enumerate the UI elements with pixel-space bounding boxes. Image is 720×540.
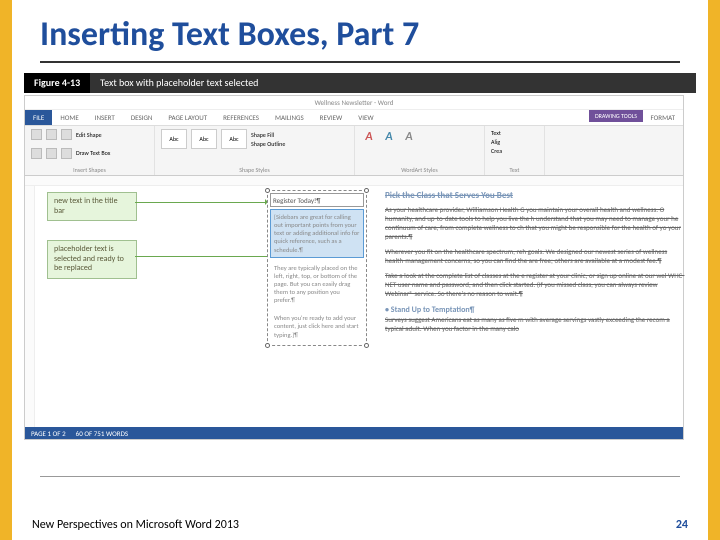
resize-handle[interactable] [265, 343, 270, 348]
word-screenshot: Wellness Newsletter - Word FILE HOME INS… [24, 95, 684, 440]
resize-handle[interactable] [364, 343, 369, 348]
ribbon-group-label: Shape Styles [161, 166, 348, 174]
window-title: Wellness Newsletter - Word [315, 98, 394, 107]
footer-rule [40, 476, 680, 477]
shape-gallery-icon[interactable] [31, 129, 42, 140]
figure-label: Figure 4-13 [24, 73, 90, 93]
ribbon-group-wordart-styles: A A A WordArt Styles [355, 126, 485, 175]
tab-insert[interactable]: INSERT [87, 110, 123, 125]
ribbon-group-label: WordArt Styles [361, 166, 478, 174]
sidebar-placeholder[interactable]: They are typically placed on the left, r… [270, 260, 364, 309]
doc-paragraph: Surveys suggest Americans eat as many as… [385, 315, 685, 333]
shape-gallery-icon[interactable] [46, 129, 57, 140]
shape-gallery-icon[interactable] [61, 129, 72, 140]
document-page: new text in the title bar placeholder te… [35, 186, 683, 431]
sidebar-title-field[interactable]: Register Today!¶ [270, 193, 364, 207]
shape-style-preset[interactable]: Abc [161, 129, 187, 149]
doc-heading: Pick the Class that Serves You Best [385, 190, 685, 202]
ribbon-group-label: Insert Shapes [31, 166, 148, 174]
sidebar-placeholder-selected[interactable]: [Sidebars are great for calling out impo… [270, 209, 364, 258]
wordart-preset-icon[interactable]: A [361, 129, 377, 145]
sidebar-text-box[interactable]: Register Today!¶ [Sidebars are great for… [267, 190, 367, 346]
title-rule [40, 61, 680, 63]
tab-references[interactable]: REFERENCES [215, 110, 267, 125]
tab-format[interactable]: FORMAT [643, 110, 684, 125]
ribbon-group-shape-styles: Abc Abc Abc Shape Fill Shape Outline Sha… [155, 126, 355, 175]
shape-style-preset[interactable]: Abc [191, 129, 217, 149]
ribbon-tabs: FILE HOME INSERT DESIGN PAGE LAYOUT REFE… [25, 110, 683, 126]
shape-gallery-icon[interactable] [61, 148, 72, 159]
tab-design[interactable]: DESIGN [123, 110, 161, 125]
callout-arrow [135, 256, 270, 257]
figure-caption: Text box with placeholder text selected [90, 73, 696, 93]
sidebar-placeholder[interactable]: When you're ready to add your content, j… [270, 310, 364, 342]
resize-handle[interactable] [265, 188, 270, 193]
doc-subheading: • Stand Up to Temptation¶ [385, 305, 685, 315]
callout-arrow [135, 202, 267, 203]
doc-paragraph: As your healthcare provider, Williamson … [385, 205, 685, 241]
tab-home[interactable]: HOME [52, 110, 86, 125]
wordart-preset-icon[interactable]: A [401, 129, 417, 145]
vertical-ruler [25, 186, 35, 431]
wordart-preset-icon[interactable]: A [381, 129, 397, 145]
tab-review[interactable]: REVIEW [312, 110, 351, 125]
figure-header: Figure 4-13 Text box with placeholder te… [24, 73, 696, 93]
window-title-bar: Wellness Newsletter - Word [25, 96, 683, 110]
tab-file[interactable]: FILE [25, 110, 52, 125]
doc-paragraph: Wherever you fit on the healthcare spect… [385, 247, 685, 265]
status-page[interactable]: PAGE 1 OF 2 [31, 429, 66, 438]
text-direction-button[interactable]: Text [491, 129, 501, 137]
align-text-button[interactable]: Alig [491, 138, 500, 146]
ribbon: Edit Shape Draw Text Box Insert Shapes A… [25, 126, 683, 176]
ribbon-group-text: Text Alig Crea Text [485, 126, 545, 175]
tab-drawing-tools[interactable]: DRAWING TOOLS [589, 110, 643, 122]
doc-paragraph: Take a look at the complete list of clas… [385, 271, 685, 298]
tab-view[interactable]: VIEW [350, 110, 381, 125]
tab-page-layout[interactable]: PAGE LAYOUT [160, 110, 215, 125]
create-link-button[interactable]: Crea [491, 147, 502, 155]
ribbon-group-insert-shapes: Edit Shape Draw Text Box Insert Shapes [25, 126, 155, 175]
horizontal-ruler [25, 176, 683, 186]
shape-gallery-icon[interactable] [46, 148, 57, 159]
shape-outline-button[interactable]: Shape Outline [251, 140, 285, 148]
shape-gallery-icon[interactable] [31, 148, 42, 159]
callout-placeholder: placeholder text is selected and ready t… [47, 240, 137, 279]
shape-fill-button[interactable]: Shape Fill [251, 131, 285, 139]
status-words[interactable]: 60 OF 751 WORDS [76, 429, 128, 438]
footer-text: New Perspectives on Microsoft Word 2013 [32, 518, 239, 532]
status-bar: PAGE 1 OF 2 60 OF 751 WORDS [25, 427, 683, 439]
shape-style-preset[interactable]: Abc [221, 129, 247, 149]
edit-shape-button[interactable]: Edit Shape [76, 131, 102, 139]
slide-page-number: 24 [676, 518, 688, 532]
resize-handle[interactable] [364, 188, 369, 193]
slide-title: Inserting Text Boxes, Part 7 [12, 0, 708, 61]
document-body: Pick the Class that Serves You Best As y… [385, 190, 685, 339]
ribbon-group-label: Text [491, 166, 538, 174]
tab-mailings[interactable]: MAILINGS [267, 110, 312, 125]
draw-text-box-button[interactable]: Draw Text Box [76, 149, 110, 157]
callout-title-bar: new text in the title bar [47, 192, 137, 221]
